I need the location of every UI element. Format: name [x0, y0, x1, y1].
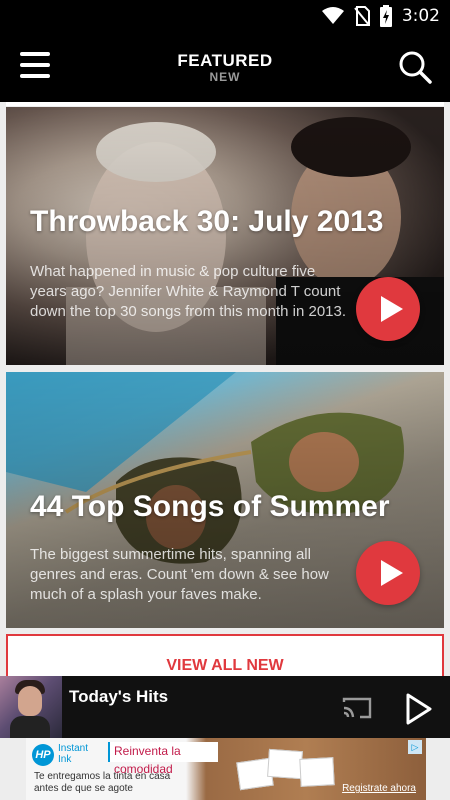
- app-bar: FEATURED NEW: [0, 32, 450, 102]
- now-playing-artwork: [0, 676, 62, 738]
- ad-slogan: Reinventa la comodidad: [108, 742, 218, 776]
- now-playing-title: Today's Hits: [69, 687, 169, 706]
- play-icon[interactable]: [400, 692, 434, 726]
- ad-cta-link[interactable]: Registrate ahora: [342, 783, 416, 794]
- cast-icon[interactable]: [342, 696, 372, 720]
- mini-player[interactable]: Today's Hits: [0, 676, 450, 738]
- status-icons: 3:02: [321, 5, 440, 27]
- page-subtitle: NEW: [209, 70, 241, 84]
- featured-card-throwback[interactable]: Throwback 30: July 2013 What happened in…: [6, 107, 444, 365]
- card-title: Throwback 30: July 2013: [30, 205, 384, 238]
- ad-photos: [236, 746, 338, 794]
- search-icon[interactable]: [398, 50, 432, 84]
- status-bar: 3:02: [0, 0, 450, 32]
- featured-card-summer[interactable]: 44 Top Songs of Summer The biggest summe…: [6, 372, 444, 628]
- play-button[interactable]: [356, 277, 420, 341]
- card-title: 44 Top Songs of Summer: [30, 490, 390, 523]
- hp-logo: HP: [32, 744, 54, 766]
- card-description: What happened in music & pop culture fiv…: [30, 263, 347, 320]
- ad-choices-icon[interactable]: ▷: [408, 740, 422, 754]
- wifi-icon: [321, 7, 344, 24]
- no-sim-icon: [354, 6, 370, 26]
- battery-charging-icon: [379, 5, 392, 27]
- previous-card-edge: [6, 102, 444, 106]
- ad-banner[interactable]: HP Instant Ink Reinventa la comodidad Te…: [26, 738, 426, 800]
- ad-copy: Te entregamos la tinta en casa antes de …: [34, 771, 171, 794]
- page-title: FEATURED: [177, 51, 273, 70]
- card-description: The biggest summertime hits, spanning al…: [30, 546, 329, 603]
- play-button[interactable]: [356, 541, 420, 605]
- status-time: 3:02: [401, 6, 440, 26]
- ad-brand: Instant Ink: [58, 743, 89, 765]
